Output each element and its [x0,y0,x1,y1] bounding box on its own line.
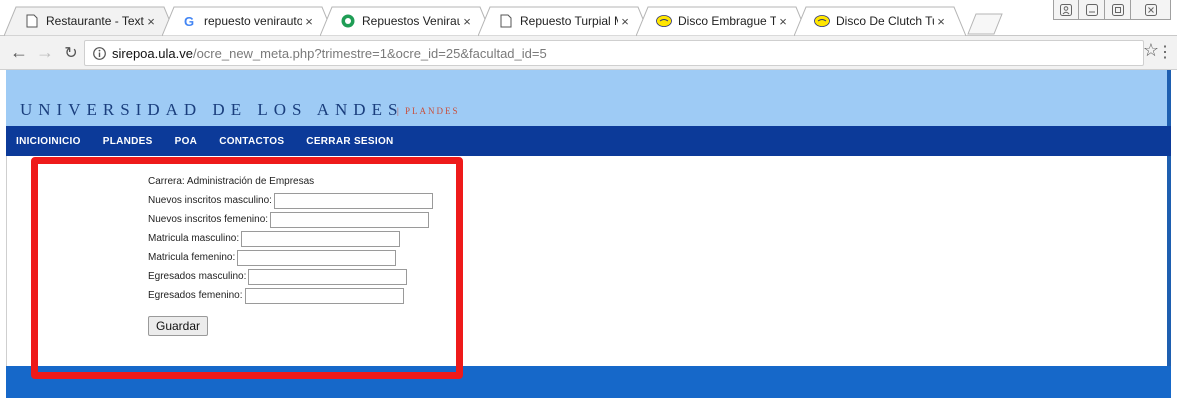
tab-title: Restaurante - Texto [46,14,144,28]
user-icon[interactable] [1053,0,1079,20]
tab-repuestos-venirauto[interactable]: Repuestos Venirauto C × [320,6,492,36]
tab-title: Repuesto Turpial Mara [520,14,618,28]
maximize-icon[interactable] [1105,0,1131,20]
menu-icon[interactable]: ⋮ [1157,42,1173,62]
forward-icon[interactable]: → [32,40,58,66]
svg-text:G: G [184,14,194,28]
url-path: /ocre_new_meta.php?trimestre=1&ocre_id=2… [192,45,547,61]
nav-poa[interactable]: POA [175,136,198,147]
tab-close-icon[interactable]: × [460,14,474,29]
new-tab-button[interactable] [966,6,1006,36]
tab-disco-embrague[interactable]: Disco Embrague Turpia × [636,6,808,36]
page-icon [24,13,40,29]
mercadolibre-icon [814,13,830,29]
page-icon [498,13,514,29]
url-host: sirepoa.ula.ve [112,45,193,61]
minimize-icon[interactable] [1079,0,1105,20]
tab-close-icon[interactable]: × [618,14,632,29]
close-window-icon[interactable] [1131,0,1171,20]
tab-repuesto-turpial[interactable]: Repuesto Turpial Mara × [478,6,650,36]
tab-close-icon[interactable]: × [934,14,948,29]
tab-disco-clutch[interactable]: Disco De Clutch Turpia × [794,6,966,36]
site-green-icon [340,13,356,29]
site-subtitle: | PLANDES [397,106,460,116]
tab-title: Disco De Clutch Turpia [836,14,934,28]
tab-google-search[interactable]: G repuesto venirauto turp × [162,6,334,36]
main-nav: INICIOINICIO PLANDES POA CONTACTOS CERRA… [6,126,1171,156]
window-controls [1053,0,1171,20]
nav-cerrar-sesion[interactable]: CERRAR SESION [306,136,393,147]
reload-icon[interactable]: ↻ [58,40,84,66]
tab-title: repuesto venirauto turp [204,14,302,28]
highlight-box [31,157,463,379]
browser-tab-strip: Restaurante - Texto × G repuesto venirau… [0,0,1177,36]
tab-close-icon[interactable]: × [144,14,158,29]
nav-contactos[interactable]: CONTACTOS [219,136,284,147]
tab-title: Repuestos Venirauto C [362,14,460,28]
tab-restaurante[interactable]: Restaurante - Texto × [4,6,176,36]
site-banner: UNIVERSIDAD DE LOS ANDES | PLANDES [6,70,1171,126]
tab-close-icon[interactable]: × [302,14,316,29]
nav-inicio[interactable]: INICIOINICIO [16,136,81,147]
nav-plandes[interactable]: PLANDES [103,136,153,147]
tab-title: Disco Embrague Turpia [678,14,776,28]
site-title: UNIVERSIDAD DE LOS ANDES [20,100,404,119]
info-icon[interactable] [93,46,106,60]
tab-close-icon[interactable]: × [776,14,790,29]
google-icon: G [182,13,198,29]
address-bar[interactable]: sirepoa.ula.ve/ocre_new_meta.php?trimest… [84,40,1144,66]
back-icon[interactable]: ← [6,40,32,66]
mercadolibre-icon [656,13,672,29]
tab-list: Restaurante - Texto × G repuesto venirau… [4,6,1006,36]
browser-toolbar: ← → ↻ sirepoa.ula.ve/ocre_new_meta.php?t… [0,36,1177,70]
